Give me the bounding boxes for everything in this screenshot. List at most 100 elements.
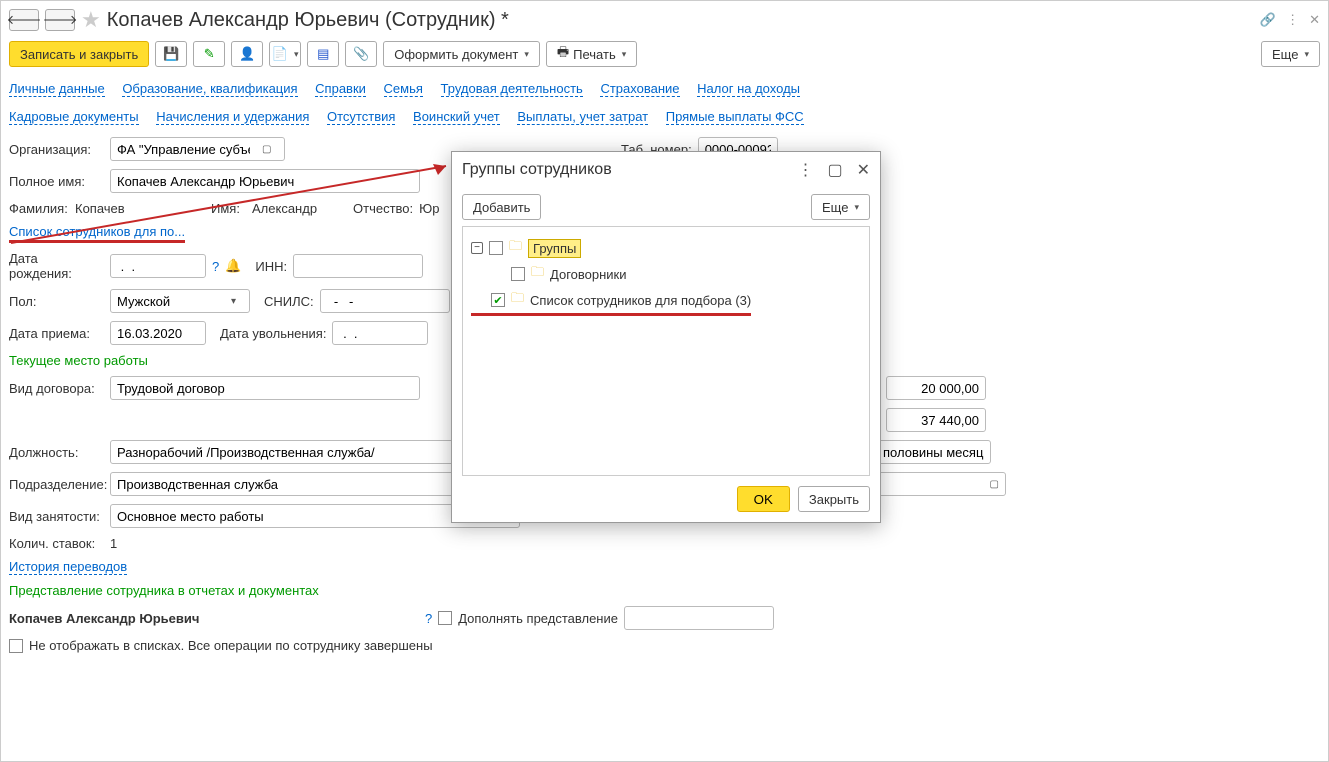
dept-input[interactable] [110,472,460,496]
dialog-maximize-icon[interactable]: ▢ [827,160,842,180]
tree-item2-checkbox[interactable]: ✔ [491,293,505,307]
contract-label: Вид договора: [9,381,104,396]
bell-icon[interactable]: 🔔 [225,258,241,274]
fire-label: Дата увольнения: [220,326,326,341]
snils-label: СНИЛС: [264,294,314,309]
tab-fss[interactable]: Прямые выплаты ФСС [666,109,804,125]
dialog-add-button[interactable]: Добавить [462,194,541,220]
tab-hr-docs[interactable]: Кадровые документы [9,109,139,125]
tree-item1-checkbox[interactable] [511,267,525,281]
nav-back-button[interactable]: 🡐 [9,9,39,31]
name-label: Имя: [211,201,246,216]
employee-list-link[interactable]: Список сотрудников для по... [9,224,185,243]
tabs-row-1: Личные данные Образование, квалификация … [1,75,1328,103]
kebab-menu-icon[interactable]: ⋮ [1286,12,1299,28]
repr-extend-checkbox[interactable] [438,611,452,625]
hide-checkbox[interactable] [9,639,23,653]
snils-input[interactable] [320,289,450,313]
org-input[interactable] [111,138,256,160]
gender-select[interactable] [111,290,225,312]
tree-root-label[interactable]: Группы [528,239,581,258]
folder-icon: 🗀 [511,289,524,311]
page-title: Копачев Александр Юрьевич (Сотрудник) * [107,9,509,32]
contract-input[interactable] [110,376,420,400]
nav-forward-button[interactable]: 🡒 [45,9,75,31]
emptype-label: Вид занятости: [9,509,104,524]
fullname-input[interactable] [110,169,420,193]
surname-value: Копачев [75,201,205,216]
repr-value: Копачев Александр Юрьевич [9,611,419,626]
tree-item2-label[interactable]: Список сотрудников для подбора (3) [530,293,751,308]
create-doc-button[interactable]: Оформить документ▾ [383,41,540,67]
dialog-more-button[interactable]: Еще▾ [811,194,870,220]
favorite-star-icon[interactable]: ★ [81,7,101,33]
birth-label: Дата рождения: [9,251,104,281]
surname-label: Фамилия: [9,201,69,216]
link-icon[interactable]: 🔗 [1260,12,1276,28]
help-icon[interactable]: ? [212,259,219,274]
save-button[interactable]: 💾 [155,41,187,67]
amount1-input[interactable] [886,376,986,400]
folder-button[interactable]: 📄▾ [269,41,301,67]
edit-button[interactable]: ✎ [193,41,225,67]
more-button[interactable]: Еще▾ [1261,41,1320,67]
inn-label: ИНН: [255,259,287,274]
tab-payments[interactable]: Выплаты, учет затрат [517,109,648,125]
list-button[interactable]: ▤ [307,41,339,67]
position-input[interactable] [110,440,460,464]
folder-icon: 🗀 [531,263,544,285]
repr-extend-input[interactable] [624,606,774,630]
hire-label: Дата приема: [9,326,104,341]
folder-icon: 🗀 [509,237,522,259]
tab-education[interactable]: Образование, квалификация [122,81,297,97]
tree-collapse-icon[interactable]: − [471,242,483,254]
middle-value: Юр [419,201,439,216]
inn-input[interactable] [293,254,423,278]
repr-checkbox-label: Дополнять представление [458,611,618,626]
rate-value: 1 [110,536,117,551]
birth-input[interactable] [110,254,206,278]
dialog-kebab-icon[interactable]: ⋮ [797,160,813,180]
name-value: Александр [252,201,347,216]
dept-label: Подразделение: [9,477,104,492]
fullname-label: Полное имя: [9,174,104,189]
hire-input[interactable] [110,321,206,345]
tab-personal[interactable]: Личные данные [9,81,105,97]
attach-button[interactable]: 📎 [345,41,377,67]
tab-absence[interactable]: Отсутствия [327,109,395,125]
position-label: Должность: [9,445,104,460]
history-link[interactable]: История переводов [9,559,127,575]
tree-root-checkbox[interactable] [489,241,503,255]
person-button[interactable]: 👤 [231,41,263,67]
repr-section: Представление сотрудника в отчетах и док… [9,583,1320,598]
tab-tax[interactable]: Налог на доходы [697,81,800,97]
rate-label: Колич. ставок: [9,536,104,551]
dialog-ok-button[interactable]: OK [737,486,790,512]
dialog-close-icon[interactable]: ✕ [857,160,870,180]
repr-help-icon[interactable]: ? [425,611,432,626]
tab-military[interactable]: Воинский учет [413,109,500,125]
hide-label: Не отображать в списках. Все операции по… [29,638,433,653]
tabs-row-2: Кадровые документы Начисления и удержани… [1,103,1328,131]
tab-insurance[interactable]: Страхование [600,81,679,97]
dialog-title: Группы сотрудников [462,161,612,179]
tree-item1-label[interactable]: Договорники [550,267,626,282]
tab-refs[interactable]: Справки [315,81,366,97]
half-month-input[interactable] [876,440,991,464]
tab-family[interactable]: Семья [384,81,423,97]
extra-open-icon[interactable]: ▢ [984,479,1005,490]
dialog-close-button[interactable]: Закрыть [798,486,870,512]
tab-payroll[interactable]: Начисления и удержания [156,109,309,125]
amount2-input[interactable] [886,408,986,432]
gender-dropdown-icon[interactable]: ▾ [225,296,242,307]
print-button[interactable]: 🖶 Печать▾ [546,41,637,67]
middle-label: Отчество: [353,201,413,216]
gender-label: Пол: [9,294,104,309]
org-label: Организация: [9,142,104,157]
org-open-icon[interactable]: ▢ [256,144,277,155]
tab-work[interactable]: Трудовая деятельность [441,81,583,97]
close-window-icon[interactable]: ✕ [1309,12,1320,28]
save-close-button[interactable]: Записать и закрыть [9,41,149,67]
groups-dialog: Группы сотрудников ⋮ ▢ ✕ Добавить Еще▾ −… [451,151,881,523]
fire-input[interactable] [332,321,428,345]
